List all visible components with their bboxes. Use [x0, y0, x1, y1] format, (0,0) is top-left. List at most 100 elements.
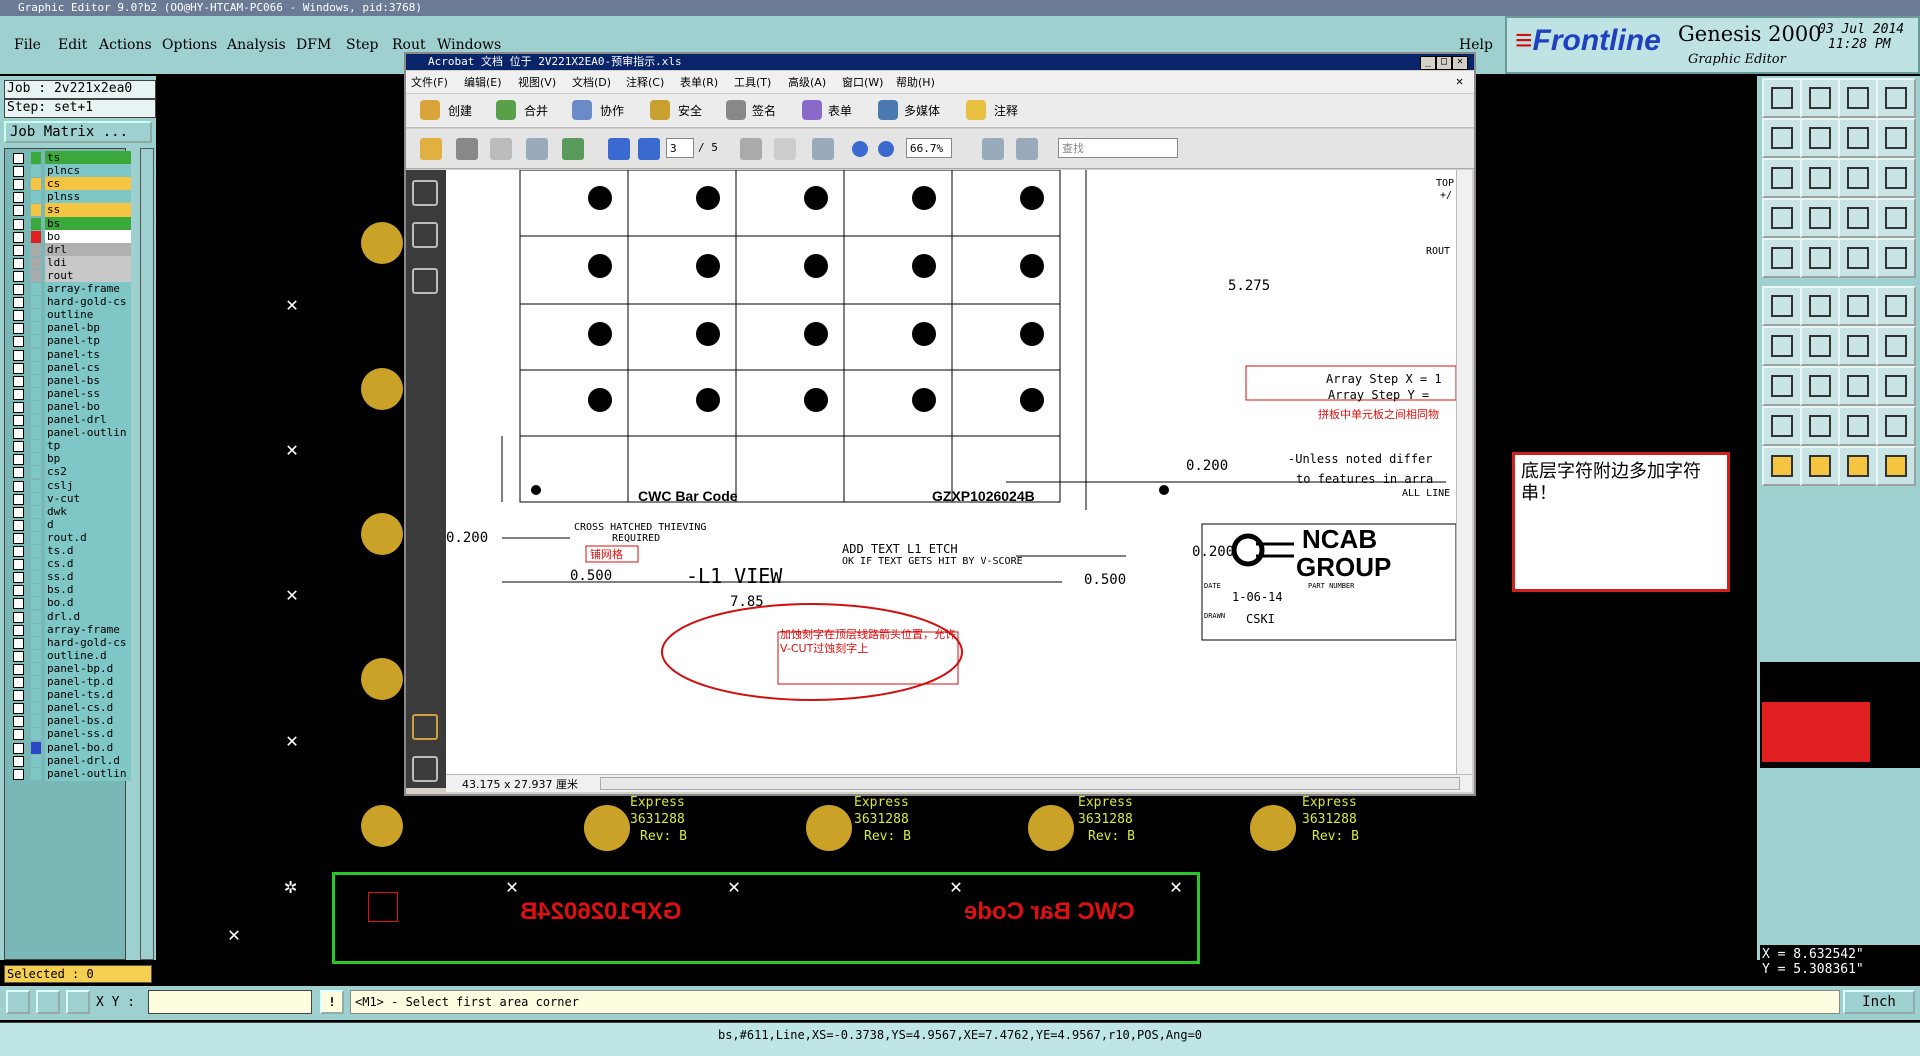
layer-checkbox[interactable] — [13, 598, 24, 610]
layer-name[interactable]: cslj — [45, 478, 131, 493]
layer-row-panel-bo.d[interactable]: panel-bo.d — [7, 740, 131, 755]
layer-row-cs[interactable]: cs — [7, 177, 131, 192]
layer-checkbox[interactable] — [13, 755, 24, 767]
layer-row-outline.d[interactable]: outline.d — [7, 648, 131, 663]
layer-row-ss.d[interactable]: ss.d — [7, 570, 131, 585]
eraser-icon[interactable] — [1762, 198, 1802, 238]
layer-row-rout.d[interactable]: rout.d — [7, 530, 131, 545]
layer-checkbox[interactable] — [13, 153, 24, 164]
layer-row-panel-outlin[interactable]: panel-outlin — [7, 426, 131, 441]
layer-row-cslj[interactable]: cslj — [7, 478, 131, 493]
pointer-edit-icon[interactable] — [1838, 446, 1878, 486]
acro-menu-document[interactable]: 文档(D) — [572, 74, 611, 90]
layer-row-hard-gold-cs[interactable]: hard-gold-cs — [7, 295, 131, 310]
layer-name[interactable]: cs — [45, 177, 131, 192]
layer-name[interactable]: panel-cs.d — [45, 701, 131, 716]
layer-row-panel-ts[interactable]: panel-ts — [7, 347, 131, 362]
layer-row-panel-outlin[interactable]: panel-outlin — [7, 766, 131, 781]
layer-checkbox[interactable] — [13, 677, 24, 688]
combine-button[interactable]: 合并 — [524, 102, 548, 119]
layer-checkbox[interactable] — [13, 703, 24, 715]
layer-checkbox[interactable] — [13, 428, 24, 440]
layer-name[interactable]: hard-gold-cs — [45, 295, 131, 310]
drill-icon[interactable] — [1838, 198, 1878, 238]
layer-name[interactable]: panel-cs — [45, 360, 131, 375]
layer-checkbox[interactable] — [13, 166, 24, 178]
edge-icon[interactable] — [1876, 286, 1916, 326]
acro-menu-advanced[interactable]: 高级(A) — [788, 74, 826, 90]
signatures-icon[interactable] — [412, 268, 438, 294]
snap-icon[interactable] — [1762, 238, 1802, 278]
line-draw-icon[interactable] — [1762, 326, 1802, 366]
layer-row-drl.d[interactable]: drl.d — [7, 609, 131, 624]
select-text-icon[interactable] — [740, 138, 762, 160]
cut-icon[interactable] — [1800, 326, 1840, 366]
layer-row-panel-cs[interactable]: panel-cs — [7, 360, 131, 375]
layer-checkbox[interactable] — [13, 480, 24, 492]
pointer-icon[interactable] — [1800, 446, 1840, 486]
layer-checkbox[interactable] — [13, 716, 24, 728]
layer-row-panel-bo[interactable]: panel-bo — [7, 399, 131, 414]
layer-name[interactable]: panel-bo — [45, 399, 131, 414]
layer-row-tp[interactable]: tp — [7, 439, 131, 454]
xy-input[interactable] — [148, 990, 312, 1014]
menu-options[interactable]: Options — [162, 37, 217, 53]
layer-name[interactable]: bp — [45, 452, 131, 467]
layer-checkbox[interactable] — [13, 690, 24, 702]
layer-row-hard-gold-cs[interactable]: hard-gold-cs — [7, 635, 131, 650]
layer-name[interactable]: cs2 — [45, 465, 131, 480]
alert-icon[interactable]: ! — [320, 990, 344, 1014]
layer-row-bs.d[interactable]: bs.d — [7, 583, 131, 598]
arc-icon[interactable] — [1838, 326, 1878, 366]
pad-add-icon[interactable] — [1762, 366, 1802, 406]
layer-name[interactable]: panel-outlin — [45, 426, 131, 441]
layer-name[interactable]: ts.d — [45, 544, 131, 558]
menu-dfm[interactable]: DFM — [296, 37, 331, 53]
web-icon[interactable] — [562, 138, 584, 160]
layer-name[interactable]: ts — [45, 151, 131, 165]
layer-checkbox[interactable] — [13, 493, 24, 505]
layer-row-dwk[interactable]: dwk — [7, 504, 131, 519]
reverse-icon[interactable] — [1876, 118, 1916, 158]
layer-checkbox[interactable] — [13, 742, 24, 754]
layer-row-bo[interactable]: bo — [7, 229, 131, 244]
acro-menu-form[interactable]: 表单(R) — [680, 74, 718, 90]
layer-name[interactable]: v-cut — [45, 491, 131, 506]
layer-row-ts[interactable]: ts — [7, 151, 131, 165]
arc-up-icon[interactable] — [1838, 406, 1878, 446]
arrow-up-icon[interactable] — [1800, 406, 1840, 446]
layer-checkbox[interactable] — [13, 244, 24, 256]
hand-icon[interactable] — [774, 138, 796, 160]
layer-row-plncs[interactable]: plncs — [7, 164, 131, 179]
layer-name[interactable]: array-frame — [45, 622, 131, 637]
layer-checkbox[interactable] — [13, 768, 24, 780]
layer-name[interactable]: bs.d — [45, 583, 131, 598]
circle-icon[interactable] — [1876, 238, 1916, 278]
pages-icon[interactable] — [412, 180, 438, 206]
layer-row-bo.d[interactable]: bo.d — [7, 596, 131, 611]
layer-name[interactable]: bo — [45, 229, 131, 244]
layer-row-panel-ts.d[interactable]: panel-ts.d — [7, 688, 131, 703]
layer-name[interactable]: panel-ss — [45, 386, 131, 401]
layer-name[interactable]: hard-gold-cs — [45, 635, 131, 650]
open-icon[interactable] — [420, 138, 442, 160]
layer-name[interactable]: bo.d — [45, 596, 131, 611]
open-icon[interactable] — [1762, 78, 1802, 118]
layer-row-v-cut[interactable]: v-cut — [7, 491, 131, 506]
save-icon[interactable] — [490, 138, 512, 160]
pdf-vertical-scrollbar[interactable] — [1456, 170, 1472, 774]
pin-icon[interactable] — [1800, 198, 1840, 238]
menu-step[interactable]: Step — [346, 37, 378, 53]
layer-checkbox[interactable] — [13, 231, 24, 243]
layer-name[interactable]: panel-drl.d — [45, 753, 131, 768]
menu-windows[interactable]: Windows — [437, 37, 501, 53]
layer-name[interactable]: panel-drl — [45, 413, 131, 427]
unit-selector[interactable]: Inch — [1843, 990, 1915, 1014]
layer-row-panel-tp.d[interactable]: panel-tp.d — [7, 675, 131, 689]
layer-checkbox[interactable] — [13, 336, 24, 348]
layer-row-panel-bp[interactable]: panel-bp — [7, 321, 131, 336]
email-icon[interactable] — [526, 138, 548, 160]
layer-name[interactable]: dwk — [45, 504, 131, 519]
layer-name[interactable]: panel-ss.d — [45, 727, 131, 742]
attachments-icon[interactable] — [412, 756, 438, 782]
